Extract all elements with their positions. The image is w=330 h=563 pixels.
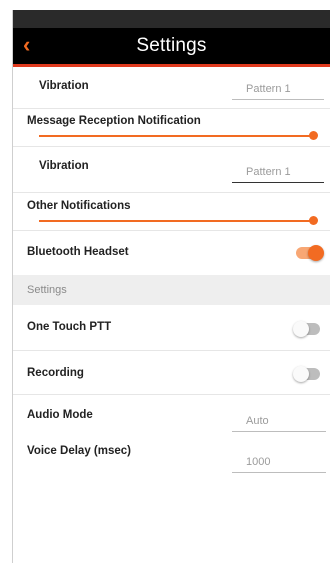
back-chevron-left-icon[interactable]: ‹ — [23, 32, 47, 58]
vibration-label: Vibration — [39, 80, 89, 92]
vibration-pattern-field-2[interactable]: Pattern 1 — [232, 161, 324, 183]
message-reception-row: Message Reception Notification — [13, 109, 330, 147]
audio-mode-label: Audio Mode — [27, 409, 93, 421]
page-title: Settings — [136, 35, 207, 56]
other-notifications-label: Other Notifications — [27, 200, 131, 212]
settings-screen: ‹ Settings Vibration Pattern 1 Message R… — [12, 10, 330, 563]
voice-delay-row: Voice Delay (msec) 1000 — [13, 431, 330, 481]
audio-mode-field[interactable]: Auto — [232, 410, 326, 432]
settings-section-header: Settings — [13, 275, 330, 305]
toggle-knob — [293, 321, 309, 337]
other-notifications-slider[interactable] — [39, 220, 316, 222]
other-notifications-slider-thumb[interactable] — [309, 216, 318, 225]
one-touch-ptt-toggle[interactable] — [293, 321, 320, 337]
one-touch-ptt-label: One Touch PTT — [27, 321, 112, 333]
section-label: Settings — [27, 284, 67, 296]
one-touch-ptt-row: One Touch PTT — [13, 305, 330, 351]
recording-toggle[interactable] — [293, 366, 320, 382]
bluetooth-headset-toggle[interactable] — [296, 245, 324, 261]
toggle-knob — [308, 245, 324, 261]
message-reception-slider[interactable] — [39, 135, 316, 137]
vibration-pattern-field-1[interactable]: Pattern 1 — [232, 78, 324, 100]
recording-row: Recording — [13, 351, 330, 395]
voice-delay-field[interactable]: 1000 — [232, 451, 326, 473]
toggle-knob — [293, 366, 309, 382]
vibration-row-2: Vibration Pattern 1 — [13, 147, 330, 193]
recording-label: Recording — [27, 367, 84, 379]
message-reception-slider-thumb[interactable] — [309, 131, 318, 140]
vibration-row-1: Vibration Pattern 1 — [13, 67, 330, 109]
audio-mode-row: Audio Mode Auto — [13, 395, 330, 432]
bluetooth-headset-row: Bluetooth Headset — [13, 231, 330, 275]
vibration-label: Vibration — [39, 160, 89, 172]
status-bar — [13, 10, 330, 28]
message-reception-label: Message Reception Notification — [27, 115, 201, 127]
app-bar: ‹ Settings — [13, 28, 330, 64]
other-notifications-row: Other Notifications — [13, 193, 330, 231]
bluetooth-headset-label: Bluetooth Headset — [27, 246, 129, 258]
voice-delay-label: Voice Delay (msec) — [27, 445, 131, 457]
